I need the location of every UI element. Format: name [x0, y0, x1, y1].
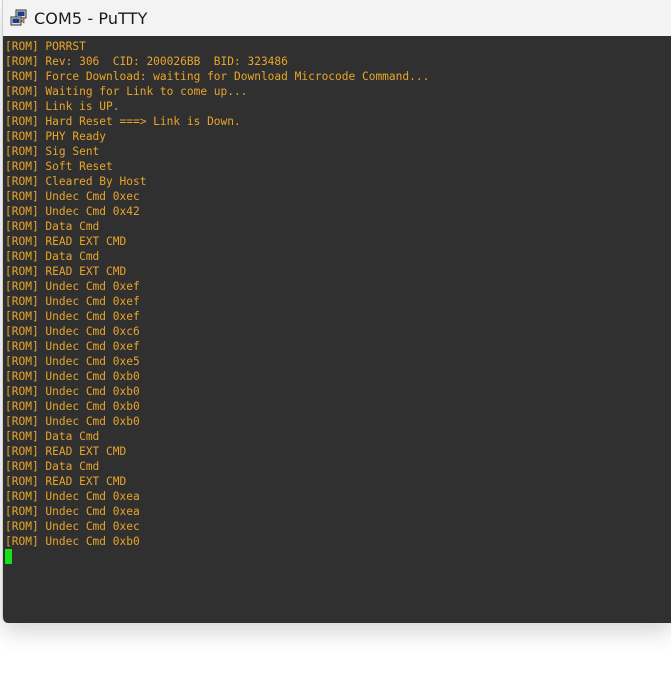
- terminal-line: [ROM] Undec Cmd 0xc6: [5, 325, 140, 338]
- terminal-line: [ROM] Undec Cmd 0x42: [5, 205, 140, 218]
- terminal-line: [ROM] Data Cmd: [5, 430, 100, 443]
- terminal-line: [ROM] PHY Ready: [5, 130, 107, 143]
- terminal-line: [ROM] Undec Cmd 0xb0: [5, 370, 140, 383]
- terminal-line: [ROM] Force Download: waiting for Downlo…: [5, 70, 430, 83]
- terminal-line: [ROM] Undec Cmd 0xec: [5, 520, 140, 533]
- terminal-line: [ROM] Cleared By Host: [5, 175, 147, 188]
- terminal-line: [ROM] READ EXT CMD: [5, 475, 127, 488]
- terminal-line: [ROM] Data Cmd: [5, 220, 100, 233]
- terminal-line: [ROM] Undec Cmd 0xea: [5, 505, 140, 518]
- terminal-line: [ROM] Undec Cmd 0xef: [5, 295, 140, 308]
- terminal-line: [ROM] PORRST: [5, 40, 86, 53]
- terminal-line: [ROM] READ EXT CMD: [5, 235, 127, 248]
- terminal-line: [ROM] Data Cmd: [5, 250, 100, 263]
- terminal-line: [ROM] Undec Cmd 0xb0: [5, 400, 140, 413]
- terminal-line: [ROM] Hard Reset ===> Link is Down.: [5, 115, 241, 128]
- terminal-line: [ROM] READ EXT CMD: [5, 265, 127, 278]
- terminal-line: [ROM] Undec Cmd 0xec: [5, 190, 140, 203]
- title-bar[interactable]: COM5 - PuTTY: [3, 0, 671, 36]
- terminal-line: [ROM] Undec Cmd 0xb0: [5, 385, 140, 398]
- terminal-line: [ROM] Waiting for Link to come up...: [5, 85, 248, 98]
- terminal-line: [ROM] Link is UP.: [5, 100, 120, 113]
- putty-window: COM5 - PuTTY [ROM] PORRST [ROM] Rev: 306 …: [2, 0, 671, 623]
- window-title: COM5 - PuTTY: [34, 8, 148, 28]
- terminal-line: [ROM] Undec Cmd 0xb0: [5, 535, 140, 548]
- terminal-line: [ROM] READ EXT CMD: [5, 445, 127, 458]
- putty-icon[interactable]: [10, 9, 28, 27]
- terminal-line: [ROM] Undec Cmd 0xef: [5, 310, 140, 323]
- terminal-line: [ROM] Undec Cmd 0xb0: [5, 415, 140, 428]
- terminal-cursor: [5, 549, 12, 564]
- terminal-line: [ROM] Rev: 306 CID: 200026BB BID: 323486: [5, 55, 288, 68]
- terminal-line: [ROM] Undec Cmd 0xef: [5, 340, 140, 353]
- terminal-line: [ROM] Soft Reset: [5, 160, 113, 173]
- terminal-line: [ROM] Sig Sent: [5, 145, 100, 158]
- terminal-line: [ROM] Undec Cmd 0xe5: [5, 355, 140, 368]
- terminal-line: [ROM] Undec Cmd 0xea: [5, 490, 140, 503]
- terminal-line: [ROM] Undec Cmd 0xef: [5, 280, 140, 293]
- terminal-output[interactable]: [ROM] PORRST [ROM] Rev: 306 CID: 200026BB…: [3, 37, 671, 623]
- terminal-line: [ROM] Data Cmd: [5, 460, 100, 473]
